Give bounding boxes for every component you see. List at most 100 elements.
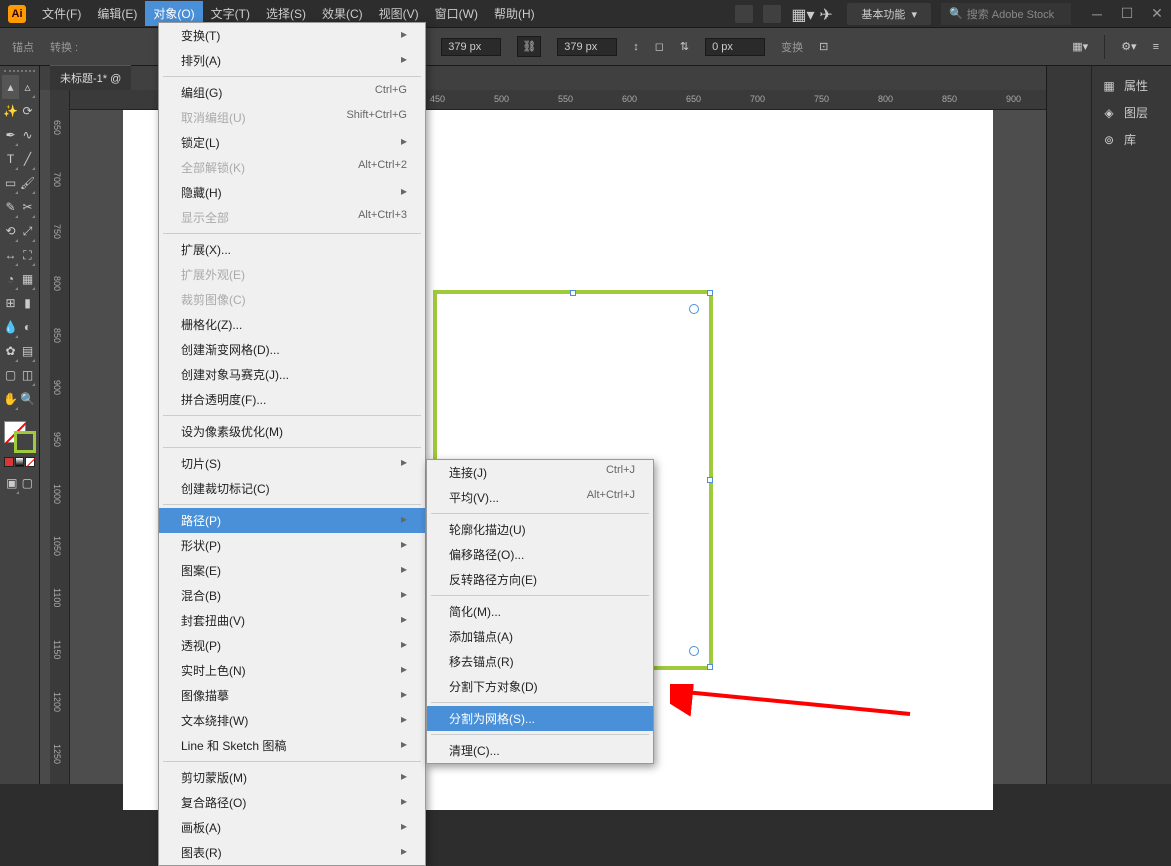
line-tool[interactable]: ╱	[19, 147, 36, 171]
gradient-tool[interactable]: ▮	[19, 291, 36, 315]
menu-item[interactable]: 栅格化(Z)...	[159, 312, 425, 337]
menu-item[interactable]: 隐藏(H)▸	[159, 180, 425, 205]
menu-item[interactable]: Line 和 Sketch 图稿▸	[159, 733, 425, 758]
settings-icon[interactable]: ⚙▾	[1121, 40, 1136, 53]
menu-item[interactable]: 画板(A)▸	[159, 815, 425, 840]
free-transform-tool[interactable]: ⛶	[19, 243, 36, 267]
blend-tool[interactable]: ◐	[19, 315, 36, 339]
menu-item[interactable]: 封套扭曲(V)▸	[159, 608, 425, 633]
color-picker[interactable]: ▣▢	[2, 419, 37, 497]
shaper-tool[interactable]: ✎	[2, 195, 19, 219]
graph-tool[interactable]: ▤	[19, 339, 36, 363]
transform-button[interactable]: 变换	[781, 39, 803, 55]
scale-tool[interactable]: ⤢	[19, 219, 36, 243]
submenu-item[interactable]: 轮廓化描边(U)	[427, 517, 653, 542]
workspace-switcher[interactable]: 基本功能 ▾	[847, 3, 931, 25]
menu-item[interactable]: 图像描摹▸	[159, 683, 425, 708]
artboard-tool[interactable]: ▢	[2, 363, 19, 387]
rect-tool[interactable]: ▭	[2, 171, 19, 195]
submenu-item[interactable]: 分割下方对象(D)	[427, 674, 653, 699]
menu-item[interactable]: 锁定(L)▸	[159, 130, 425, 155]
panel-properties[interactable]: ▦属性	[1092, 72, 1171, 99]
link-icon[interactable]: ⛓	[517, 36, 541, 57]
minimize-button[interactable]: ─	[1091, 8, 1103, 20]
menu-item[interactable]: 编组(G)Ctrl+G	[159, 80, 425, 105]
stock-icon[interactable]	[763, 5, 781, 23]
height-input[interactable]	[557, 38, 617, 56]
menu-file[interactable]: 文件(F)	[34, 1, 89, 26]
change-screen[interactable]: ▢	[20, 471, 36, 495]
width-tool[interactable]: ↔	[2, 243, 19, 267]
menu-item[interactable]: 剪切蒙版(M)▸	[159, 765, 425, 790]
app-logo: Ai	[8, 5, 26, 23]
menu-item[interactable]: 扩展(X)...	[159, 237, 425, 262]
screen-mode[interactable]: ▣	[4, 471, 20, 495]
zoom-tool[interactable]: 🔍	[19, 387, 36, 411]
eraser-tool[interactable]: ✂	[19, 195, 36, 219]
submenu-item[interactable]: 反转路径方向(E)	[427, 567, 653, 592]
search-stock[interactable]: 🔍搜索 Adobe Stock	[941, 3, 1071, 25]
panel-layers[interactable]: ◈图层	[1092, 99, 1171, 126]
type-tool[interactable]: T	[2, 147, 19, 171]
panel-libraries[interactable]: ⊚库	[1092, 126, 1171, 153]
menu-item[interactable]: 透视(P)▸	[159, 633, 425, 658]
offset-input[interactable]	[705, 38, 765, 56]
menu-item[interactable]: 排列(A)▸	[159, 48, 425, 73]
eyedropper-tool[interactable]: 💧	[2, 315, 19, 339]
mesh-tool[interactable]: ⊞	[2, 291, 19, 315]
menu-edit[interactable]: 编辑(E)	[89, 1, 145, 26]
menu-icon[interactable]: ≡	[1153, 41, 1159, 53]
collapsed-panel-strip[interactable]	[1046, 66, 1091, 784]
menu-item[interactable]: 路径(P)▸	[159, 508, 425, 533]
menu-item[interactable]: 设为像素级优化(M)	[159, 419, 425, 444]
menu-item[interactable]: 变换(T)▸	[159, 23, 425, 48]
lasso-tool[interactable]: ⟳	[19, 99, 36, 123]
menu-item[interactable]: 图表(R)▸	[159, 840, 425, 865]
menu-help[interactable]: 帮助(H)	[486, 1, 543, 26]
bridge-icon[interactable]	[735, 5, 753, 23]
menu-item[interactable]: 图案(E)▸	[159, 558, 425, 583]
doc-tab[interactable]: 未标题-1* @	[50, 65, 131, 90]
submenu-item[interactable]: 分割为网格(S)...	[427, 706, 653, 731]
align-icon[interactable]: ▦▾	[1072, 40, 1088, 53]
submenu-item[interactable]: 偏移路径(O)...	[427, 542, 653, 567]
direct-select-tool[interactable]: ▵	[19, 75, 36, 99]
submenu-item[interactable]: 添加锚点(A)	[427, 624, 653, 649]
menu-item[interactable]: 切片(S)▸	[159, 451, 425, 476]
submenu-item[interactable]: 平均(V)...Alt+Ctrl+J	[427, 485, 653, 510]
submenu-item[interactable]: 连接(J)Ctrl+J	[427, 460, 653, 485]
menu-item: 全部解锁(K)Alt+Ctrl+2	[159, 155, 425, 180]
gpu-icon[interactable]: ✈	[819, 5, 837, 23]
menu-item[interactable]: 文本绕排(W)▸	[159, 708, 425, 733]
isolate-icon[interactable]: ⊡	[819, 40, 828, 53]
pen-tool[interactable]: ✒	[2, 123, 19, 147]
offset-stepper[interactable]: ⇅	[680, 40, 689, 53]
layers-icon: ◈	[1100, 106, 1118, 120]
submenu-item[interactable]: 简化(M)...	[427, 599, 653, 624]
menu-item[interactable]: 混合(B)▸	[159, 583, 425, 608]
brush-tool[interactable]: 🖌	[19, 171, 36, 195]
shape-builder-tool[interactable]: ◔	[2, 267, 19, 291]
curvature-tool[interactable]: ∿	[19, 123, 36, 147]
menu-item[interactable]: 创建对象马赛克(J)...	[159, 362, 425, 387]
menu-item[interactable]: 创建渐变网格(D)...	[159, 337, 425, 362]
maximize-button[interactable]: ☐	[1121, 8, 1133, 20]
perspective-tool[interactable]: ▦	[19, 267, 36, 291]
menu-item[interactable]: 复合路径(O)▸	[159, 790, 425, 815]
symbol-spray-tool[interactable]: ✿	[2, 339, 19, 363]
hand-tool[interactable]: ✋	[2, 387, 19, 411]
menu-item[interactable]: 实时上色(N)▸	[159, 658, 425, 683]
menu-item[interactable]: 形状(P)▸	[159, 533, 425, 558]
submenu-item[interactable]: 移去锚点(R)	[427, 649, 653, 674]
close-button[interactable]: ✕	[1151, 8, 1163, 20]
submenu-item[interactable]: 清理(C)...	[427, 738, 653, 763]
slice-tool[interactable]: ◫	[19, 363, 36, 387]
menu-item[interactable]: 拼合透明度(F)...	[159, 387, 425, 412]
rotate-tool[interactable]: ⟲	[2, 219, 19, 243]
magic-wand-tool[interactable]: ✨	[2, 99, 19, 123]
width-input[interactable]	[441, 38, 501, 56]
menu-item[interactable]: 创建裁切标记(C)	[159, 476, 425, 501]
selection-tool[interactable]: ▴	[2, 75, 19, 99]
menu-window[interactable]: 窗口(W)	[427, 1, 486, 26]
arrange-icon[interactable]: ▦▾	[791, 5, 809, 23]
